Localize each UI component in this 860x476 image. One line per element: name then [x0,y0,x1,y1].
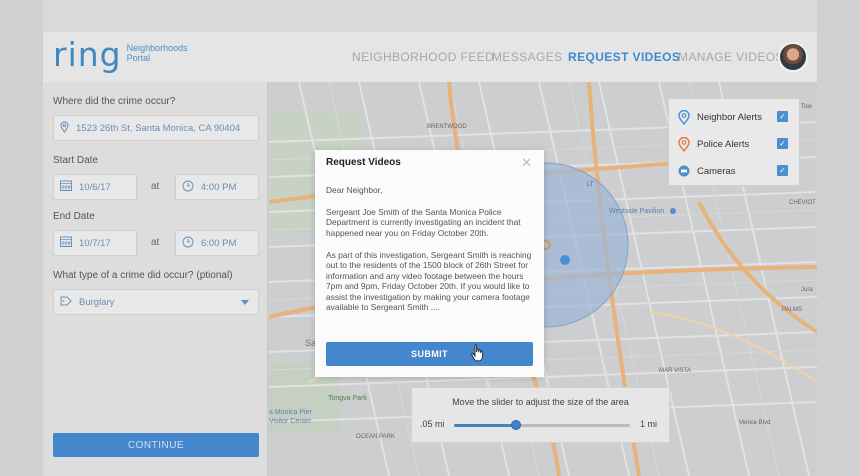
dialog-title: Request Videos [326,157,401,168]
dialog-greeting: Dear Neighbor, [326,185,383,195]
dialog-paragraph-2: As part of this investigation, Sergeant … [326,250,532,313]
close-icon[interactable]: ✕ [521,155,532,171]
hand-cursor-icon [471,344,485,367]
submit-button[interactable]: SUBMIT [326,342,533,366]
request-videos-dialog: Request Videos ✕ Dear Neighbor, Sergeant… [315,150,544,377]
dialog-paragraph-1: Sergeant Joe Smith of the Santa Monica P… [326,207,521,238]
